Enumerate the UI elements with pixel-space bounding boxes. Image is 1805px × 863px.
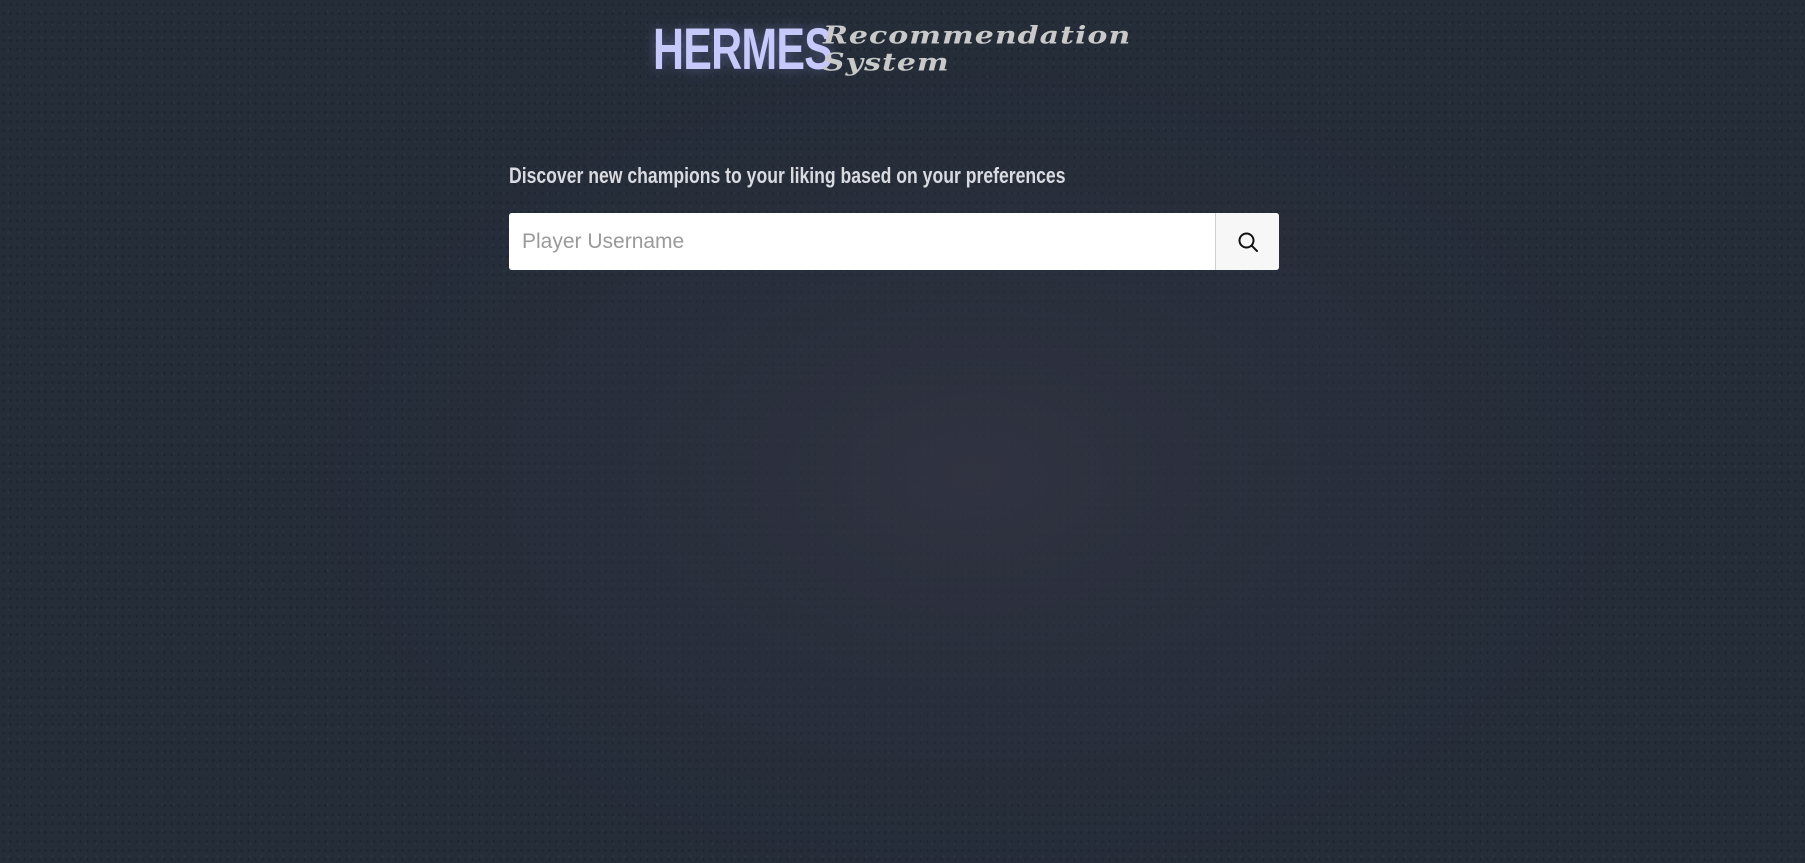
app-logo: HERMES Recommendation System [653, 16, 1153, 84]
logo-title: HERMES [653, 17, 833, 82]
search-icon [1237, 231, 1259, 253]
player-username-input[interactable] [509, 213, 1215, 270]
logo-subtitle-line1: Recommendation [823, 21, 1132, 51]
logo-subtitle-line2: System [823, 48, 950, 78]
page-tagline: Discover new champions to your liking ba… [509, 163, 1066, 188]
search-bar [509, 213, 1279, 270]
search-button[interactable] [1215, 213, 1279, 270]
